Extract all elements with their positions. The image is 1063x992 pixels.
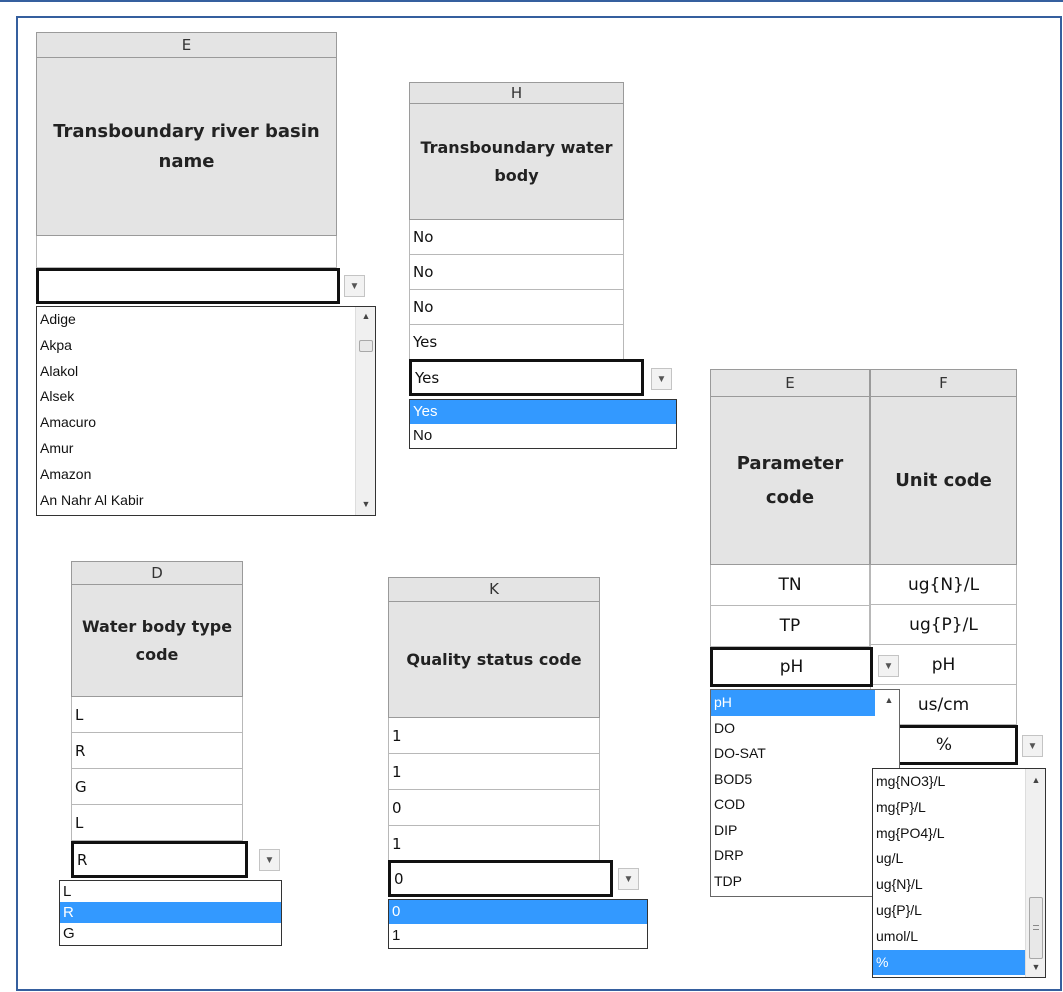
dropdown-option[interactable]: Alsek (37, 384, 355, 410)
dropdown-option[interactable]: umol/L (873, 924, 1025, 950)
dropdown-option[interactable]: COD (711, 792, 875, 818)
dropdown-option[interactable]: BOD5 (711, 767, 875, 793)
water-body-dropdown-list[interactable]: Yes No (409, 399, 677, 449)
type-code-active-cell[interactable]: R (71, 841, 248, 878)
dropdown-arrow-icon: ▼ (623, 873, 634, 885)
dropdown-option[interactable]: Amacuro (37, 410, 355, 436)
dropdown-option[interactable]: pH (711, 690, 875, 716)
column-header-d[interactable]: D (71, 561, 243, 585)
dropdown-option[interactable]: DIP (711, 818, 875, 844)
dropdown-option[interactable]: An Nahr Al Kabir (37, 488, 355, 514)
column-header-k[interactable]: K (388, 577, 600, 602)
parameter-active-cell[interactable]: pH (710, 647, 873, 687)
type-code-header: Water body type code (71, 585, 243, 697)
type-code-dropdown-list[interactable]: LRG (59, 880, 282, 946)
dropdown-option[interactable]: TDP (711, 869, 875, 895)
dropdown-option[interactable]: ug{P}/L (873, 898, 1025, 924)
grid-cell[interactable]: ug{N}/L (870, 565, 1017, 605)
basin-active-cell[interactable] (36, 268, 340, 304)
dropdown-arrow-icon: ▼ (349, 280, 360, 292)
scroll-up-icon[interactable]: ▲ (879, 695, 899, 705)
water-body-dropdown-button[interactable]: ▼ (651, 368, 672, 390)
scroll-up-icon[interactable]: ▲ (356, 311, 375, 321)
dropdown-option[interactable]: No (410, 424, 676, 448)
column-header-f-unit[interactable]: F (870, 369, 1017, 397)
quality-active-cell[interactable]: 0 (388, 860, 613, 897)
dropdown-option[interactable]: DRP (711, 843, 875, 869)
column-header-h[interactable]: H (409, 82, 624, 104)
scroll-up-icon[interactable]: ▲ (1026, 775, 1045, 785)
dropdown-option[interactable]: L (60, 881, 281, 902)
top-border-line (0, 0, 1063, 2)
dropdown-option[interactable]: ug/L (873, 846, 1025, 872)
basin-dropdown-button[interactable]: ▼ (344, 275, 365, 297)
dropdown-arrow-icon: ▼ (883, 660, 894, 672)
dropdown-arrow-icon: ▼ (656, 373, 667, 385)
grid-cell[interactable]: R (71, 733, 243, 769)
dropdown-option[interactable]: Yes (410, 400, 676, 424)
grid-cell[interactable]: L (71, 697, 243, 733)
grid-cell[interactable]: 1 (388, 718, 600, 754)
scroll-down-icon[interactable]: ▼ (1026, 962, 1045, 972)
dropdown-arrow-icon: ▼ (1027, 740, 1038, 752)
grid-cell[interactable]: L (71, 805, 243, 841)
dropdown-option[interactable]: G (60, 923, 281, 944)
grid-cell[interactable]: ug{P}/L (870, 605, 1017, 645)
unit-dropdown-list[interactable]: mg{NO3}/L mg{P}/L mg{PO4}/L ug/L ug{N}/L ug{P… (872, 768, 1046, 978)
grid-cell[interactable]: 0 (388, 790, 600, 826)
basin-cell[interactable] (36, 236, 337, 268)
scrollbar-thumb[interactable] (1029, 897, 1043, 959)
grid-cell[interactable]: No (409, 255, 624, 290)
dropdown-option[interactable]: ug{N}/L (873, 872, 1025, 898)
basin-name-header: Transboundary river basin name (36, 58, 337, 236)
dropdown-option[interactable]: 0 (389, 900, 647, 924)
type-code-dropdown-button[interactable]: ▼ (259, 849, 280, 871)
dropdown-option[interactable]: Amur (37, 436, 355, 462)
parameter-code-header: Parameter code (710, 397, 870, 565)
basin-list-scrollbar[interactable]: ▲ ▼ (355, 307, 375, 515)
dropdown-option[interactable]: DO (711, 716, 875, 742)
quality-header: Quality status code (388, 602, 600, 718)
column-header-e-param[interactable]: E (710, 369, 870, 397)
basin-dropdown-list[interactable]: Adige Akpa Alakol Alsek Amacuro Amur Amazon An … (36, 306, 376, 516)
water-body-active-cell[interactable]: Yes (409, 359, 644, 396)
dropdown-option[interactable]: R (60, 902, 281, 923)
dropdown-option[interactable]: mg{P}/L (873, 795, 1025, 821)
dropdown-option[interactable]: Alakol (37, 359, 355, 385)
unit-list-scrollbar[interactable]: ▲ ▼ (1025, 769, 1045, 977)
quality-dropdown-list[interactable]: 01 (388, 899, 648, 949)
grid-cell[interactable]: No (409, 290, 624, 325)
dropdown-option[interactable]: Akpa (37, 333, 355, 359)
grid-cell[interactable]: Yes (409, 325, 624, 360)
unit-code-header: Unit code (870, 397, 1017, 565)
dropdown-option[interactable]: DO-SAT (711, 741, 875, 767)
grid-cell[interactable]: G (71, 769, 243, 805)
grid-cell[interactable]: No (409, 220, 624, 255)
quality-dropdown-button[interactable]: ▼ (618, 868, 639, 890)
parameter-dropdown-button[interactable]: ▼ (878, 655, 899, 677)
dropdown-option[interactable]: Amazon (37, 462, 355, 488)
dropdown-option[interactable]: mg{PO4}/L (873, 821, 1025, 847)
grid-cell[interactable]: 1 (388, 754, 600, 790)
water-body-header: Transboundary water body (409, 104, 624, 220)
grid-cell[interactable]: TN (710, 565, 870, 606)
scrollbar-thumb[interactable] (359, 340, 373, 352)
dropdown-option[interactable]: Adige (37, 307, 355, 333)
column-header-e[interactable]: E (36, 32, 337, 58)
dropdown-arrow-icon: ▼ (264, 854, 275, 866)
grid-cell[interactable]: 1 (388, 826, 600, 862)
dropdown-option[interactable]: 1 (389, 924, 647, 948)
dropdown-option[interactable]: mg{NO3}/L (873, 769, 1025, 795)
scroll-down-icon[interactable]: ▼ (356, 499, 375, 509)
dropdown-option[interactable]: % (873, 949, 1025, 976)
unit-dropdown-button[interactable]: ▼ (1022, 735, 1043, 757)
grid-cell[interactable]: TP (710, 606, 870, 647)
